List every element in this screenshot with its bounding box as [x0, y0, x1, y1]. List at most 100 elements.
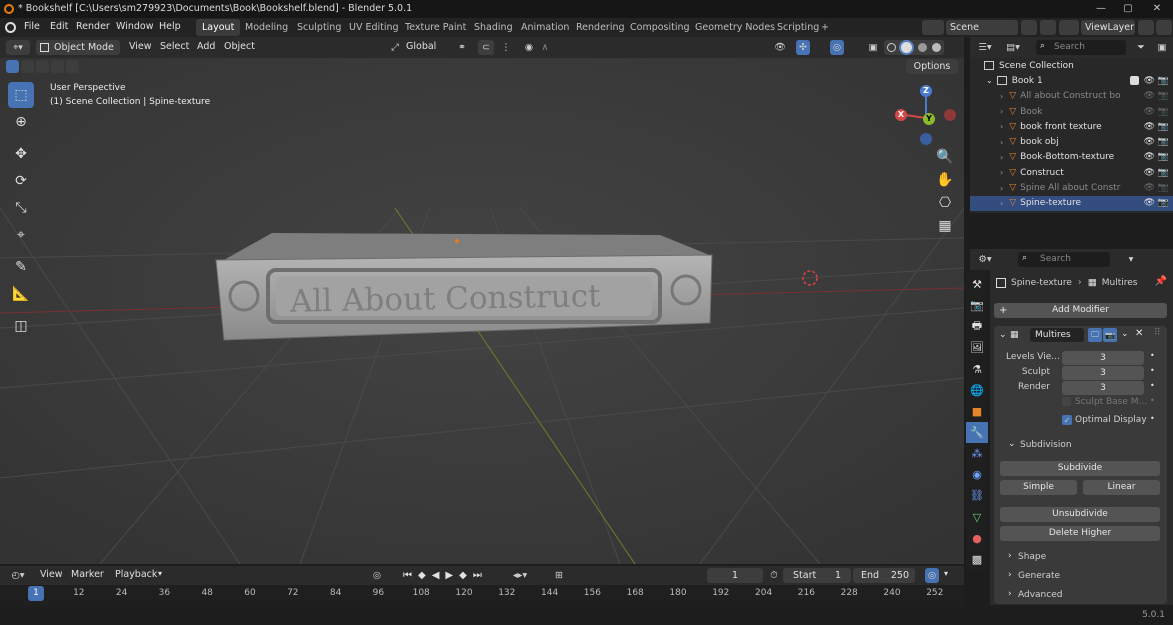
ortho-grid-icon[interactable]: ▦ [934, 216, 956, 236]
move-tool-icon[interactable]: ✥ [8, 141, 34, 167]
measure-tool-icon[interactable]: 📐 [8, 281, 34, 307]
output-tab-icon[interactable]: 🖶 [966, 316, 988, 337]
display-mode-icon[interactable]: ▤▾ [1002, 40, 1024, 55]
camera-icon[interactable]: 📷 [1158, 183, 1169, 193]
timeline-view-icon[interactable]: ◎ [925, 568, 939, 583]
annotate-tool-icon[interactable]: ✎ [8, 254, 34, 280]
falloff-icon[interactable]: ∧ [538, 40, 552, 55]
clock-icon[interactable]: ⏱ [768, 568, 780, 583]
keyframe-dot-icon[interactable]: • [1150, 414, 1155, 423]
menu-window[interactable]: Window [116, 21, 153, 32]
new-collection-icon[interactable]: ▣ [1153, 40, 1171, 55]
outliner-item[interactable]: › ▽ Spine-texture 👁 📷 [970, 195, 1173, 211]
cursor-tool-icon[interactable]: ⊕ [8, 109, 34, 135]
pin-icon[interactable]: 📌 [1155, 276, 1167, 287]
eye-icon[interactable]: 👁 [1144, 137, 1155, 147]
outliner-item[interactable]: › ▽ book obj 👁 📷 [970, 134, 1173, 149]
x-axis-icon[interactable]: X [895, 109, 907, 121]
tab-sculpting[interactable]: Sculpting [291, 19, 347, 36]
jump-end-icon[interactable]: ⏭ [473, 570, 482, 581]
generate-panel-label[interactable]: Generate [1018, 571, 1060, 581]
eye-icon[interactable]: 👁 [1144, 183, 1155, 193]
play-icon[interactable]: ▶ [445, 570, 453, 581]
snap-target-icon[interactable]: ⋮ [496, 40, 516, 55]
outliner-item[interactable]: › ▽ Construct 👁 📷 [970, 165, 1173, 180]
camera-icon[interactable]: 📷 [1158, 137, 1169, 147]
outliner-item[interactable]: › ▽ Book-Bottom-texture 👁 📷 [970, 150, 1173, 165]
expand-chevron-icon[interactable]: › [1000, 122, 1003, 131]
xray-toggle-icon[interactable]: ▣ [866, 40, 880, 55]
expand-chevron-icon[interactable]: › [1000, 199, 1003, 208]
start-frame-field[interactable]: Start 1 [783, 568, 851, 583]
data-tab-icon[interactable]: ▽ [966, 507, 988, 528]
keyframe-type-icon[interactable]: ◂▸▾ [500, 568, 540, 583]
advanced-chevron-icon[interactable]: › [1008, 589, 1012, 599]
constraints-tab-icon[interactable]: ⛓ [966, 485, 988, 506]
prev-keyframe-icon[interactable]: ◆ [418, 570, 426, 581]
play-reverse-icon[interactable]: ◀ [432, 570, 440, 581]
subdivide-button[interactable]: Subdivide [1000, 461, 1160, 476]
modifier-name-field[interactable]: Multires [1030, 328, 1084, 342]
expand-chevron-icon[interactable]: › [1000, 92, 1003, 101]
render-levels-field[interactable]: 3 [1062, 381, 1144, 395]
minimize-button[interactable]: — [1087, 0, 1115, 18]
drag-handle-icon[interactable]: ⠿ [1154, 328, 1161, 338]
levels-viewport-field[interactable]: 3 [1062, 351, 1144, 365]
filter-icon[interactable]: ⏷ [1132, 40, 1150, 55]
eye-icon[interactable]: 👁 [1144, 198, 1155, 208]
blender-menu-icon[interactable] [5, 22, 16, 33]
eye-icon[interactable]: 👁 [1144, 152, 1155, 162]
z-axis-icon[interactable]: Z [920, 85, 932, 97]
pan-hand-icon[interactable]: ✋ [934, 170, 956, 190]
expand-chevron-icon[interactable]: › [1000, 168, 1003, 177]
eye-icon[interactable]: 👁 [1144, 122, 1155, 132]
simple-button[interactable]: Simple [1000, 480, 1077, 495]
subdivision-panel-label[interactable]: Subdivision [1020, 440, 1072, 450]
rotate-tool-icon[interactable]: ⟳ [8, 168, 34, 194]
physics-tab-icon[interactable]: ◉ [966, 464, 988, 485]
scene-name-field[interactable]: Scene [946, 20, 1018, 35]
delete-scene-icon[interactable] [1040, 20, 1056, 35]
keyframe-dot-icon[interactable]: • [1150, 366, 1155, 375]
outliner-item[interactable]: › ▽ Book 👁 📷 [970, 104, 1173, 119]
delete-viewlayer-icon[interactable] [1156, 20, 1172, 35]
camera-icon[interactable]: 📷 [1158, 152, 1169, 162]
neg-z-axis-icon[interactable] [920, 133, 932, 145]
properties-search-box[interactable]: ⌕ Search [1018, 252, 1110, 267]
modifier-dropdown-icon[interactable]: ⌄ [1121, 329, 1129, 339]
tab-geometry-nodes[interactable]: Geometry Nodes [689, 19, 781, 36]
select-extend-icon[interactable] [21, 60, 34, 73]
tab-rendering[interactable]: Rendering [570, 19, 631, 36]
new-viewlayer-icon[interactable] [1138, 20, 1154, 35]
options-dropdown[interactable]: Options [906, 59, 958, 74]
outliner-item[interactable]: › ▽ Spine All about Constr 👁 📷 [970, 180, 1173, 195]
unsubdivide-button[interactable]: Unsubdivide [1000, 507, 1160, 522]
particles-tab-icon[interactable]: ⁂ [966, 443, 988, 464]
keyframe-dot-icon[interactable]: • [1150, 381, 1155, 390]
outliner-search-box[interactable]: ⌕ Search [1036, 40, 1126, 55]
next-keyframe-icon[interactable]: ◆ [459, 570, 467, 581]
object-tab-icon[interactable]: ■ [966, 401, 988, 422]
outliner-editor-icon[interactable]: ☰▾ [974, 40, 996, 55]
generate-chevron-icon[interactable]: › [1008, 570, 1012, 580]
eye-icon[interactable]: 👁 [1144, 107, 1155, 117]
add-workspace-button[interactable]: + [815, 19, 835, 36]
timeline-menu-playback[interactable]: Playback [115, 569, 157, 580]
transform-tool-icon[interactable]: ⌖ [8, 222, 34, 248]
maximize-button[interactable]: ▢ [1114, 0, 1142, 18]
tab-uv-editing[interactable]: UV Editing [343, 19, 405, 36]
solid-shading-icon[interactable] [901, 42, 913, 53]
menu-file[interactable]: File [24, 21, 40, 32]
camera-icon[interactable]: 📷 [1158, 91, 1169, 101]
menu-render[interactable]: Render [76, 21, 110, 32]
pivot-point-icon[interactable]: ⚭ [452, 40, 472, 55]
viewlayer-name-field[interactable]: ViewLayer [1081, 20, 1135, 35]
menu-select[interactable]: Select [160, 41, 189, 52]
scale-tool-icon[interactable]: ⤡ [8, 195, 34, 221]
menu-view[interactable]: View [129, 41, 152, 52]
editor-type-icon[interactable]: ⌖▾ [6, 40, 30, 55]
remove-modifier-icon[interactable]: ✕ [1135, 328, 1143, 339]
current-frame-field[interactable]: 1 [707, 568, 763, 583]
keyframe-dot-icon[interactable]: • [1150, 396, 1155, 405]
eye-icon[interactable]: 👁 [1144, 91, 1155, 101]
